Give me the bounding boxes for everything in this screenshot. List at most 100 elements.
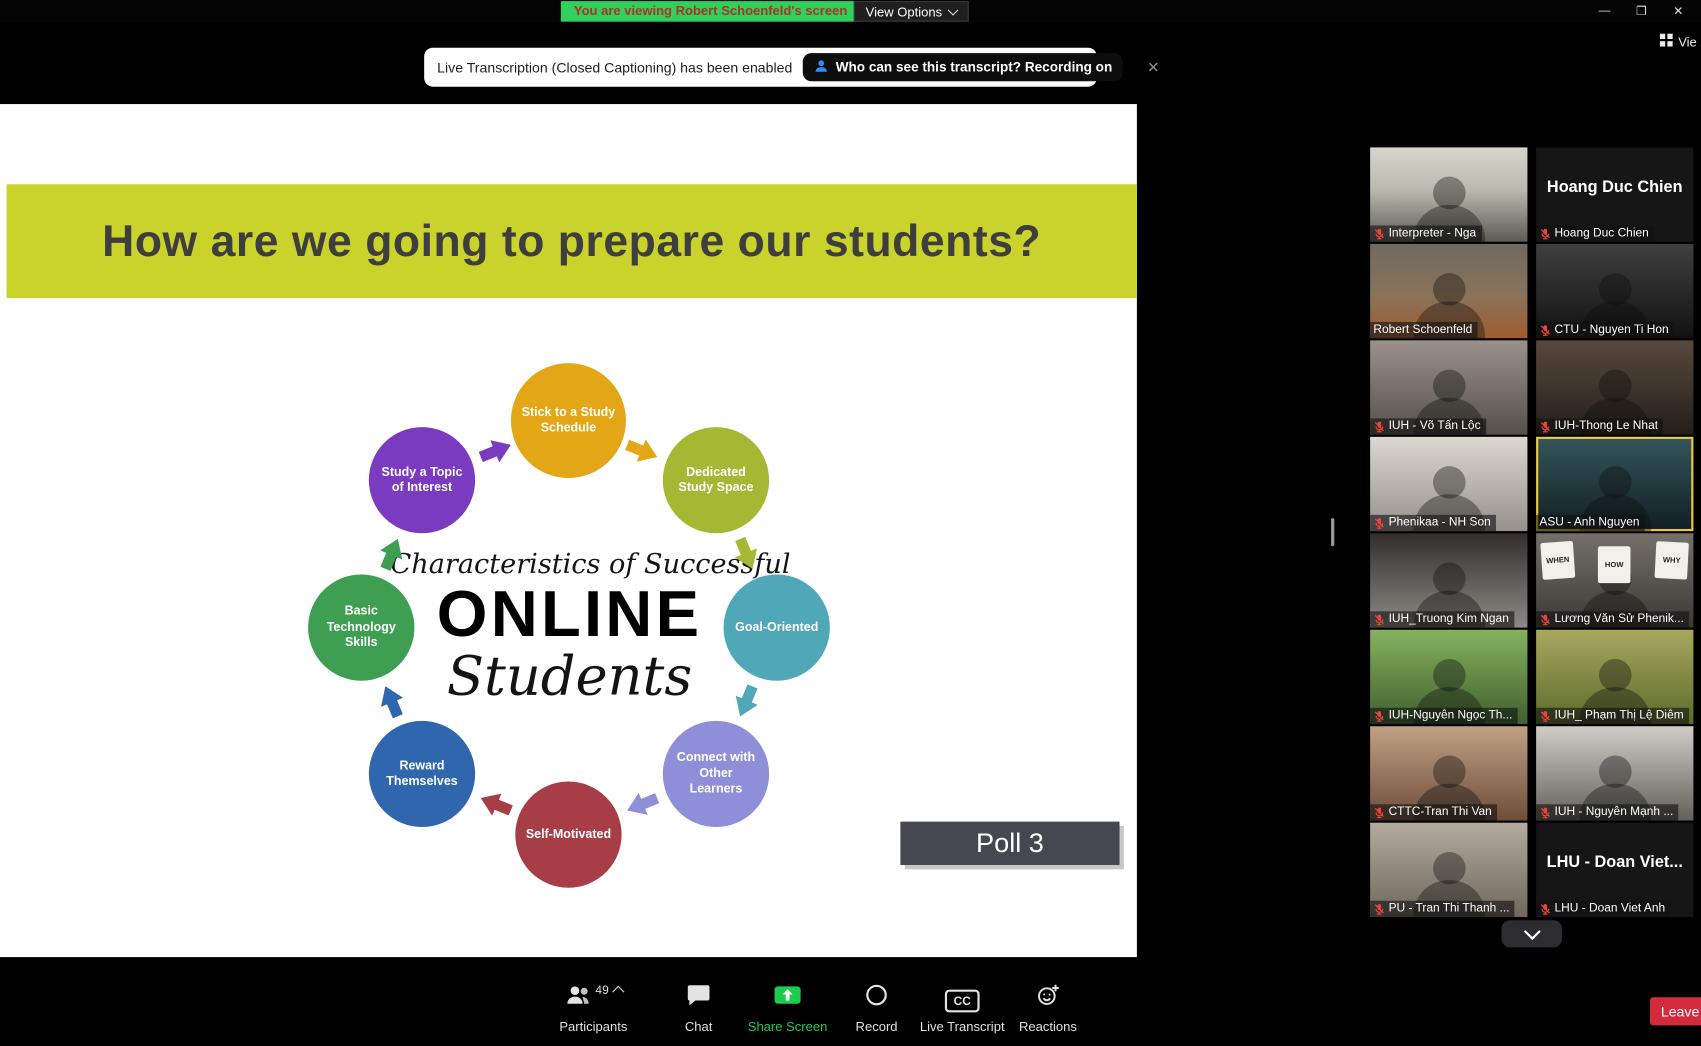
muted-mic-icon <box>1539 420 1551 432</box>
participant-name-label: PU - Tran Thi Thanh ... <box>1370 901 1515 917</box>
participant-tile[interactable]: WHENHOWWHYLương Văn Sử Phenik... <box>1536 533 1693 627</box>
participants-grid: Interpreter - NgaHoang Duc ChienHoang Du… <box>1370 147 1695 917</box>
viewing-screen-banner: You are viewing Robert Schoenfeld's scre… <box>561 1 860 22</box>
muted-mic-icon <box>1539 227 1551 239</box>
participant-tile[interactable]: IUH-Thong Le Nhat <box>1536 340 1693 434</box>
toolbar-chat-label: Chat <box>685 1019 713 1034</box>
toolbar-transcript-label: Live Transcript <box>920 1019 1005 1034</box>
toolbar-share-label: Share Screen <box>748 1019 828 1034</box>
diagram-circle-label: Reward Themselves <box>378 758 467 789</box>
muted-mic-icon <box>1373 420 1385 432</box>
diagram-circle: Stick to a Study Schedule <box>511 363 626 478</box>
chevron-down-icon <box>948 4 959 15</box>
muted-mic-icon <box>1373 613 1385 625</box>
muted-mic-icon <box>1373 227 1385 239</box>
view-menu-label: Vie <box>1678 34 1697 49</box>
participant-tile[interactable]: ASU - Anh Nguyen <box>1536 437 1693 531</box>
restore-button[interactable]: ❐ <box>1623 0 1660 22</box>
view-options-button[interactable]: View Options <box>854 1 970 22</box>
close-button[interactable]: ✕ <box>1660 0 1697 22</box>
participant-tile[interactable]: Hoang Duc ChienHoang Duc Chien <box>1536 147 1693 241</box>
diagram-circle-label: Self-Motivated <box>526 827 611 843</box>
participant-name-label: Robert Schoenfeld <box>1370 322 1478 338</box>
muted-mic-icon <box>1539 902 1551 914</box>
diagram-circle-label: Goal-Oriented <box>735 620 818 636</box>
participant-tile[interactable]: IUH_ Phạm Thị Lệ Diễm <box>1536 630 1693 724</box>
notification-close-icon[interactable]: ✕ <box>1147 58 1160 76</box>
reactions-icon <box>1035 982 1061 1013</box>
muted-mic-icon <box>1539 709 1551 721</box>
toolbar-record-label: Record <box>856 1019 898 1034</box>
participant-tile[interactable]: LHU - Doan Viet...LHU - Doan Viet Anh <box>1536 823 1693 917</box>
muted-mic-icon <box>1539 324 1551 336</box>
muted-mic-icon <box>1373 516 1385 528</box>
leave-button[interactable]: Leave <box>1650 997 1701 1025</box>
record-icon <box>864 982 890 1013</box>
participant-tile[interactable]: Robert Schoenfeld <box>1370 244 1527 338</box>
participant-name-label: Hoang Duc Chien <box>1536 225 1654 241</box>
chat-icon <box>686 984 712 1013</box>
more-participants-button[interactable] <box>1501 920 1562 947</box>
transcription-message: Live Transcription (Closed Captioning) h… <box>437 59 792 75</box>
diagram-circle-label: Study a Topic of Interest <box>378 465 467 496</box>
toolbar-reactions-button[interactable]: Reactions <box>996 984 1100 1034</box>
participant-tile[interactable]: IUH-Nguyễn Ngọc Th... <box>1370 630 1527 724</box>
participant-name-label: IUH_ Phạm Thị Lệ Diễm <box>1536 708 1689 724</box>
participant-tile[interactable]: PU - Tran Thi Thanh ... <box>1370 823 1527 917</box>
diagram-circle-label: Stick to a Study Schedule <box>520 405 618 436</box>
sign-card: HOW <box>1598 546 1631 583</box>
view-options-label: View Options <box>866 4 942 19</box>
participant-name-label: CTU - Nguyen Ti Hon <box>1536 322 1674 338</box>
share-icon <box>773 982 801 1013</box>
participant-tile[interactable]: Phenikaa - NH Son <box>1370 437 1527 531</box>
arrow-icon <box>476 433 515 467</box>
participant-name-label: Phenikaa - NH Son <box>1370 515 1496 531</box>
participant-name-label: IUH - Võ Tấn Lộc <box>1370 418 1486 434</box>
participant-name-label: IUH_Truong Kim Ngan <box>1370 611 1514 627</box>
participant-tile[interactable]: Interpreter - Nga <box>1370 147 1527 241</box>
sign-card: WHEN <box>1540 541 1575 580</box>
arrow-icon <box>623 433 662 467</box>
participant-name-label: IUH-Nguyễn Ngọc Th... <box>1370 708 1518 724</box>
participant-tile[interactable]: IUH_Truong Kim Ngan <box>1370 533 1527 627</box>
diagram-circle-label: Basic Technology Skills <box>317 604 406 651</box>
diagram-center-top: Characteristics of Successful <box>391 548 749 579</box>
minimize-button[interactable]: — <box>1586 0 1623 22</box>
transcript-visibility-button[interactable]: Who can see this transcript? Recording o… <box>803 53 1123 81</box>
diagram-circle: Basic Technology Skills <box>308 574 414 680</box>
participant-center-name: Hoang Duc Chien <box>1536 147 1693 226</box>
diagram-circle: Connect with Other Learners <box>663 721 769 827</box>
participant-name-label: IUH - Nguyễn Mạnh ... <box>1536 804 1679 820</box>
diagram-circle: Study a Topic of Interest <box>369 427 475 533</box>
diagram-circle: Reward Themselves <box>369 721 475 827</box>
top-bar: You are viewing Robert Schoenfeld's scre… <box>0 0 1701 23</box>
toolbar-participants-button[interactable]: 49 Participants <box>541 984 645 1034</box>
participant-tile[interactable]: CTU - Nguyen Ti Hon <box>1536 244 1693 338</box>
muted-mic-icon <box>1539 613 1551 625</box>
participant-name-label: ASU - Anh Nguyen <box>1536 515 1645 531</box>
participant-tile[interactable]: CTTC-Tran Thi Van <box>1370 726 1527 820</box>
transcript-button-label: Who can see this transcript? Recording o… <box>836 60 1113 75</box>
participant-name-label: IUH-Thong Le Nhat <box>1536 418 1663 434</box>
muted-mic-icon <box>1373 709 1385 721</box>
transcription-notification: Live Transcription (Closed Captioning) h… <box>424 48 1097 87</box>
view-layout-button[interactable]: Vie <box>1660 34 1697 50</box>
diagram-center-bottom: Students <box>391 648 749 705</box>
toolbar-participants-label: Participants <box>559 1019 627 1034</box>
participant-name-label: Lương Văn Sử Phenik... <box>1536 611 1689 627</box>
diagram-circle: Self-Motivated <box>515 782 621 888</box>
window-controls: — ❐ ✕ <box>1586 0 1697 22</box>
chevron-up-icon[interactable] <box>612 986 624 998</box>
scrollbar-thumb[interactable] <box>1331 518 1334 546</box>
person-icon <box>814 58 829 76</box>
diagram-center-main: ONLINE <box>391 580 749 648</box>
muted-mic-icon <box>1373 806 1385 818</box>
arrow-icon <box>623 787 662 821</box>
participant-tile[interactable]: IUH - Nguyễn Mạnh ... <box>1536 726 1693 820</box>
cc-icon: CC <box>945 990 980 1013</box>
participants-count: 49 <box>595 984 608 997</box>
participant-tile[interactable]: IUH - Võ Tấn Lộc <box>1370 340 1527 434</box>
shared-screen-slide: How are we going to prepare our students… <box>0 104 1137 957</box>
participant-name-label: CTTC-Tran Thi Van <box>1370 804 1497 820</box>
toolbar-reactions-label: Reactions <box>1019 1019 1077 1034</box>
